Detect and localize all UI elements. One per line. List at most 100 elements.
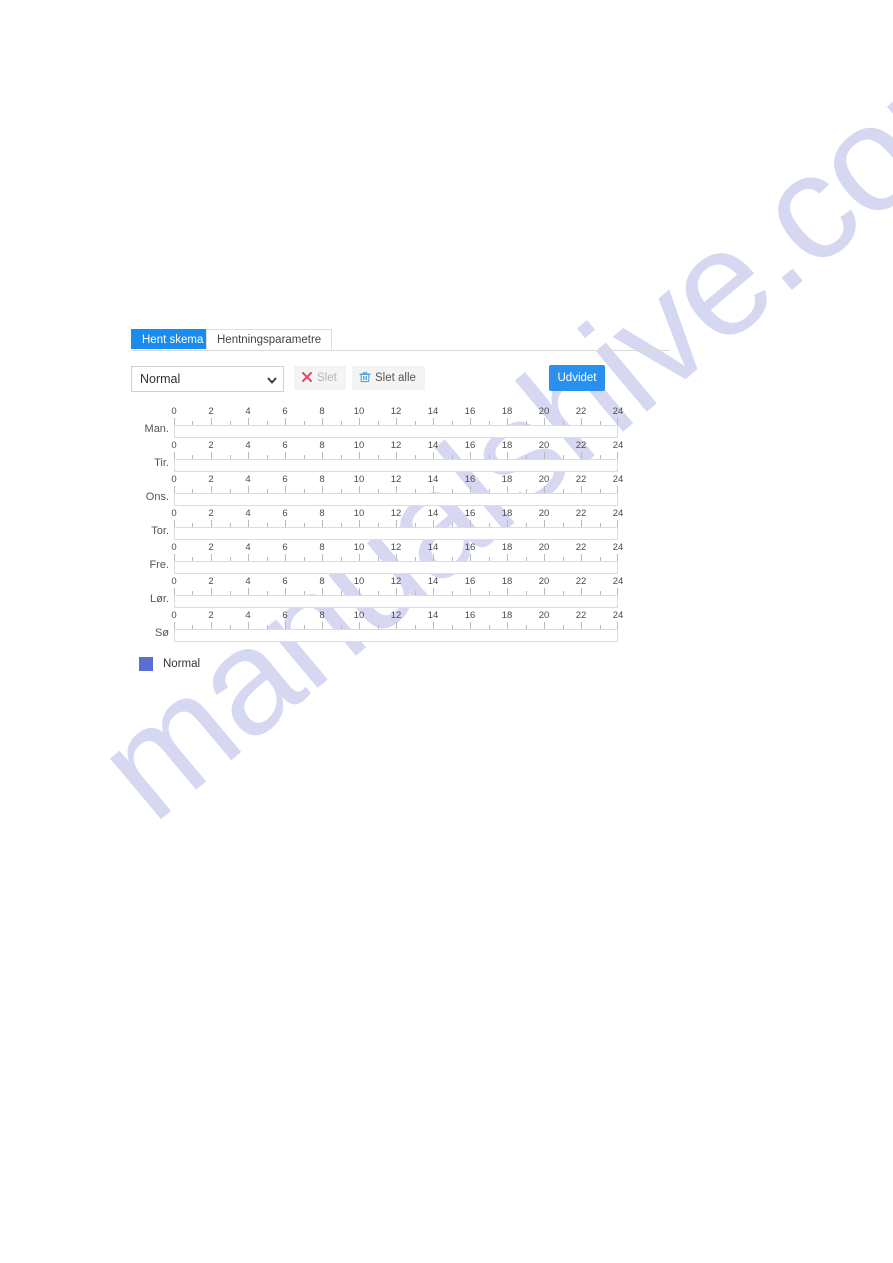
hour-tick-label: 10 bbox=[353, 610, 365, 621]
timeline-bar[interactable] bbox=[174, 629, 618, 642]
hour-tick-label: 8 bbox=[319, 440, 325, 451]
hour-tick-major bbox=[396, 486, 397, 493]
hour-tick-label: 24 bbox=[612, 406, 624, 417]
timeline-track: 0 2 4 6 8 10 12 14 16 18 20 22 24 bbox=[171, 610, 623, 642]
hour-tick-major bbox=[469, 622, 471, 629]
hour-tick-label: 20 bbox=[538, 508, 550, 519]
hour-tick-label: 14 bbox=[427, 576, 439, 587]
hour-tick-major bbox=[321, 588, 323, 595]
schedule-row: Man. 0 2 4 6 8 10 12 14 16 18 20 22 24 bbox=[131, 406, 676, 440]
hour-tick-major bbox=[321, 554, 323, 561]
hour-tick-major bbox=[396, 418, 397, 425]
hour-tick-label: 4 bbox=[245, 542, 251, 553]
delete-button[interactable]: Slet bbox=[294, 366, 346, 390]
hour-tick-label: 18 bbox=[501, 542, 513, 553]
hour-tick-label: 22 bbox=[575, 440, 587, 451]
hour-tick-major bbox=[174, 622, 175, 629]
advanced-button[interactable]: Udvidet bbox=[549, 365, 605, 391]
hour-tick-major bbox=[359, 486, 360, 493]
hour-tick-major bbox=[321, 486, 323, 493]
hour-tick-major bbox=[507, 622, 508, 629]
hour-tick-label: 12 bbox=[390, 542, 402, 553]
advanced-button-label: Udvidet bbox=[557, 372, 597, 384]
legend-swatch-normal bbox=[139, 657, 153, 671]
hour-tick-label: 6 bbox=[282, 508, 288, 519]
hour-tick-major bbox=[433, 622, 434, 629]
timeline-track: 0 2 4 6 8 10 12 14 16 18 20 22 24 bbox=[171, 576, 623, 608]
tab-hent-skema[interactable]: Hent skema bbox=[131, 329, 215, 349]
hour-tick-label: 12 bbox=[390, 406, 402, 417]
hour-tick-label: 18 bbox=[501, 508, 513, 519]
day-label: Tor. bbox=[151, 525, 169, 537]
hour-tick-major bbox=[581, 486, 582, 493]
timeline-track: 0 2 4 6 8 10 12 14 16 18 20 22 24 bbox=[171, 474, 623, 506]
hour-tick-label: 4 bbox=[245, 474, 251, 485]
hour-tick-major bbox=[359, 520, 360, 527]
hour-tick-label: 12 bbox=[390, 440, 402, 451]
hour-tick-label: 10 bbox=[353, 406, 365, 417]
hour-tick-label: 14 bbox=[427, 508, 439, 519]
hour-ruler: 0 2 4 6 8 10 12 14 16 18 20 22 24 bbox=[171, 406, 623, 425]
hour-tick-label: 24 bbox=[612, 440, 624, 451]
timeline-bar[interactable] bbox=[174, 527, 618, 540]
hour-tick-major bbox=[469, 418, 471, 425]
hour-tick-label: 8 bbox=[319, 508, 325, 519]
legend-label-normal: Normal bbox=[163, 658, 201, 670]
hour-tick-major bbox=[359, 452, 360, 459]
schedule-type-select[interactable]: Normal bbox=[131, 366, 284, 392]
timeline-bar[interactable] bbox=[174, 459, 618, 472]
hour-tick-major bbox=[396, 554, 397, 561]
hour-tick-label: 0 bbox=[171, 610, 177, 621]
hour-tick-label: 20 bbox=[538, 474, 550, 485]
hour-tick-label: 10 bbox=[353, 576, 365, 587]
hour-tick-major bbox=[210, 520, 212, 527]
hour-tick-major bbox=[469, 588, 471, 595]
hour-tick-major bbox=[581, 520, 582, 527]
hour-tick-label: 12 bbox=[390, 610, 402, 621]
hour-tick-label: 2 bbox=[208, 610, 214, 621]
hour-tick-label: 18 bbox=[501, 474, 513, 485]
hour-tick-label: 12 bbox=[390, 474, 402, 485]
hour-tick-label: 16 bbox=[464, 610, 476, 621]
delete-all-button-label: Slet alle bbox=[375, 372, 416, 384]
hour-tick-major bbox=[247, 588, 249, 595]
hour-tick-label: 8 bbox=[319, 542, 325, 553]
hour-tick-major bbox=[247, 486, 249, 493]
hour-tick-label: 22 bbox=[575, 508, 587, 519]
timeline-track: 0 2 4 6 8 10 12 14 16 18 20 22 24 bbox=[171, 440, 623, 472]
hour-tick-label: 4 bbox=[245, 406, 251, 417]
timeline-bar[interactable] bbox=[174, 561, 618, 574]
hour-tick-label: 8 bbox=[319, 610, 325, 621]
hour-tick-label: 10 bbox=[353, 474, 365, 485]
hour-tick-label: 16 bbox=[464, 508, 476, 519]
day-label: Fre. bbox=[149, 559, 169, 571]
hour-tick-major bbox=[174, 520, 175, 527]
timeline-bar[interactable] bbox=[174, 425, 618, 438]
hour-tick-label: 14 bbox=[427, 610, 439, 621]
hour-tick-label: 0 bbox=[171, 474, 177, 485]
delete-all-button[interactable]: Slet alle bbox=[352, 366, 425, 390]
hour-tick-major bbox=[174, 486, 175, 493]
hour-tick-major bbox=[285, 452, 286, 459]
timeline-bar[interactable] bbox=[174, 595, 618, 608]
hour-tick-label: 24 bbox=[612, 576, 624, 587]
hour-tick-label: 4 bbox=[245, 576, 251, 587]
hour-tick-label: 4 bbox=[245, 508, 251, 519]
day-label: Man. bbox=[144, 423, 169, 435]
weekly-schedule-grid: Man. 0 2 4 6 8 10 12 14 16 18 20 22 24 Tir. 0 2 4 6 8 10 12 14… bbox=[131, 406, 676, 644]
hour-tick-label: 6 bbox=[282, 440, 288, 451]
hour-tick-major bbox=[210, 622, 212, 629]
hour-tick-label: 12 bbox=[390, 576, 402, 587]
hour-tick-label: 22 bbox=[575, 610, 587, 621]
hour-tick-major bbox=[469, 452, 471, 459]
timeline-bar[interactable] bbox=[174, 493, 618, 506]
hour-tick-label: 10 bbox=[353, 542, 365, 553]
hour-tick-label: 8 bbox=[319, 474, 325, 485]
hour-tick-major bbox=[359, 554, 360, 561]
hour-tick-major bbox=[581, 588, 582, 595]
schedule-row: Fre. 0 2 4 6 8 10 12 14 16 18 20 22 24 bbox=[131, 542, 676, 576]
tab-hentningsparametre[interactable]: Hentningsparametre bbox=[206, 329, 333, 349]
close-x-icon bbox=[301, 371, 313, 383]
hour-tick-label: 24 bbox=[612, 542, 624, 553]
hour-tick-major bbox=[396, 622, 397, 629]
